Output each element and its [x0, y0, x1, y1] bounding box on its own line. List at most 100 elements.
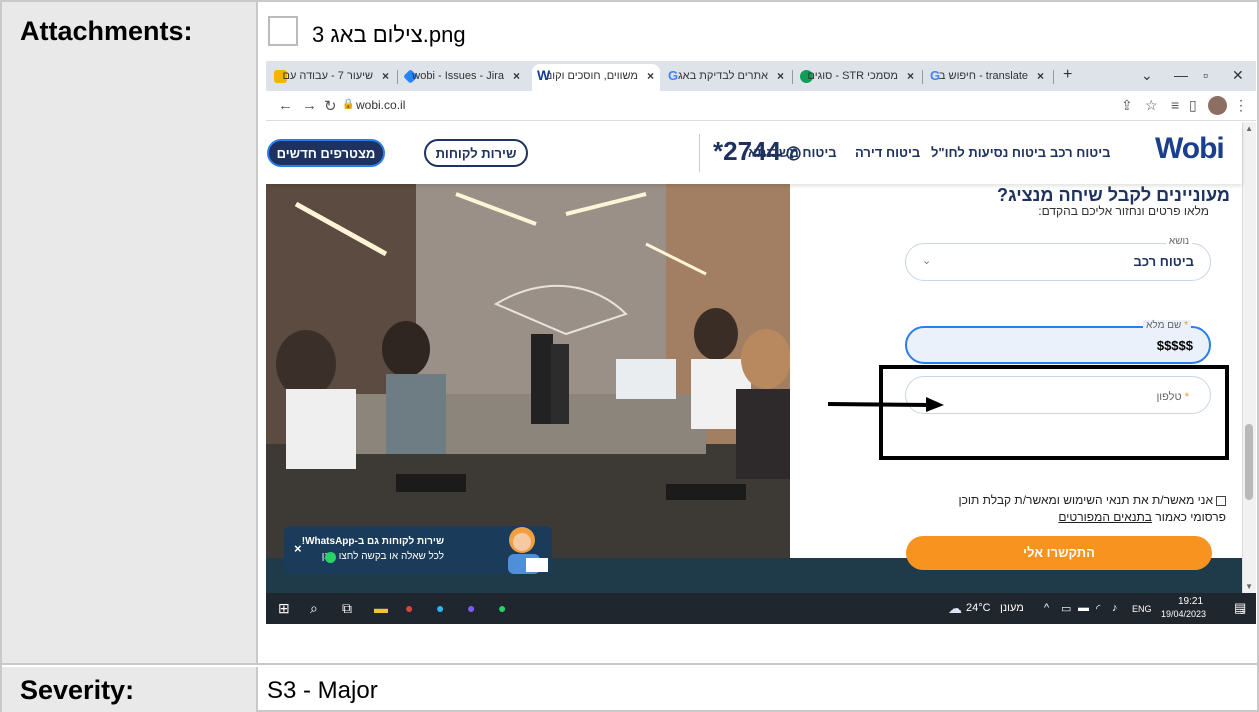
bug-report-table: Attachments: צילום באג 3.png שיעור 7 - ע… — [0, 0, 1259, 712]
tab-search-icon[interactable]: ⌄ — [1141, 67, 1153, 84]
page-scrollbar[interactable]: ▲ ▼ — [1242, 122, 1256, 593]
attachments-label-cell: Attachments: — [2, 2, 258, 663]
tab-title: מסמכי STR - סוגים — [807, 70, 898, 82]
task-view-icon[interactable]: ⧉ — [342, 600, 352, 617]
full-name-label: * שם מלא — [1143, 320, 1191, 331]
battery-icon[interactable]: ▬ — [1078, 602, 1089, 614]
language-indicator[interactable]: ENG — [1132, 604, 1152, 614]
chevron-down-icon: ⌄ — [922, 255, 932, 267]
browser-tab[interactable]: G אתרים לבדיקת באג × — [664, 64, 790, 91]
edge-icon[interactable]: ● — [436, 600, 444, 616]
close-icon[interactable]: × — [777, 69, 784, 83]
back-icon[interactable]: ← — [278, 97, 293, 114]
weather-desc[interactable]: מעונן — [1000, 602, 1024, 614]
full-name-label-text: שם מלא — [1146, 320, 1182, 331]
windows-start-icon[interactable]: ⊞ — [278, 600, 290, 617]
restore-icon[interactable]: ▫ — [1203, 67, 1208, 83]
clock-date[interactable]: 19/04/2023 — [1161, 609, 1206, 619]
browser-tab[interactable]: מסמכי STR - סוגים × — [796, 64, 920, 91]
reload-icon[interactable]: ↻ — [324, 97, 337, 115]
call-me-button[interactable]: התקשרו אלי — [906, 536, 1212, 570]
tab-title: translate - חיפוש ב — [938, 70, 1028, 82]
share-icon[interactable]: ⇪ — [1121, 97, 1133, 114]
reading-list-icon[interactable]: ≡ — [1171, 97, 1179, 113]
site-header: Wobi ביטוח רכב ביטוח נסיעות לחו"ל ביטוח … — [266, 122, 1242, 184]
browser-tab[interactable]: wobi - Issues - Jira × — [400, 64, 526, 91]
volume-icon[interactable]: ♪ — [1112, 602, 1118, 614]
terms-checkbox[interactable] — [1216, 495, 1226, 506]
lock-icon: 🔒 — [342, 99, 355, 110]
scroll-down-icon[interactable]: ▼ — [1245, 582, 1253, 591]
whatsapp-title: שירות לקוחות גם ב-WhatsApp! — [301, 536, 444, 547]
severity-label: Severity: — [20, 675, 135, 705]
nav-home-insurance[interactable]: ביטוח דירה — [855, 145, 920, 160]
tray-device-icon[interactable]: ▭ — [1061, 602, 1071, 615]
url-field[interactable]: wobi.co.il — [356, 98, 405, 112]
window-close-icon[interactable]: ✕ — [1232, 67, 1244, 84]
full-name-input[interactable]: * שם מלא $$$$$ — [905, 320, 1211, 364]
cloud-icon: ☁ — [948, 600, 962, 616]
full-name-value: $$$$$ — [1156, 338, 1193, 353]
support-agent-icon — [508, 527, 548, 574]
browser-tab[interactable]: G translate - חיפוש ב × — [926, 64, 1050, 91]
office-scene-image — [266, 184, 790, 558]
attachment-file-name[interactable]: צילום באג 3.png — [312, 22, 466, 48]
chrome-icon[interactable]: ● — [405, 600, 413, 616]
weather-temp[interactable]: 24°C — [966, 602, 991, 614]
new-tab-button[interactable]: + — [1063, 66, 1072, 84]
tab-title: משווים, חוסכים וקונ — [547, 70, 638, 82]
search-icon[interactable]: ⌕ — [310, 600, 318, 617]
wobi-logo[interactable]: Wobi — [1155, 132, 1225, 166]
join-button[interactable]: מצטרפים חדשים — [267, 139, 385, 167]
notification-count: 3 — [1240, 609, 1244, 616]
windows-taskbar: ⊞ ⌕ ⧉ ▬ ● ● ● ● ☁ 24°C מעונן ^ ▭ ▬ ◜ ♪ E… — [266, 593, 1256, 624]
close-icon[interactable]: × — [1037, 69, 1044, 83]
side-panel-icon[interactable]: ▯ — [1189, 97, 1197, 114]
web-page: Wobi ביטוח רכב ביטוח נסיעות לחו"ל ביטוח … — [266, 122, 1256, 593]
browser-tab[interactable]: שיעור 7 - עבודה עם × — [270, 64, 395, 91]
office-photo — [266, 184, 790, 558]
file-explorer-icon[interactable]: ▬ — [374, 600, 388, 616]
terms-link[interactable]: בתנאים המפורטים — [1058, 510, 1152, 524]
close-icon[interactable]: × — [382, 69, 389, 83]
wifi-icon[interactable]: ◜ — [1096, 602, 1100, 615]
phone-number[interactable]: *2744 ✆ — [713, 136, 801, 167]
minimize-icon[interactable]: — — [1174, 67, 1188, 83]
nav-travel-insurance[interactable]: ביטוח נסיעות לחו"ל — [931, 145, 1046, 160]
attachment-file-icon[interactable] — [268, 16, 298, 46]
tab-separator — [792, 70, 793, 84]
attachment-caption: צילום באג 3.png — [268, 14, 608, 54]
close-icon[interactable]: × — [513, 69, 520, 83]
attachment-screenshot[interactable]: שיעור 7 - עבודה עם × wobi - Issues - Jir… — [266, 61, 1256, 624]
media-player-icon[interactable]: ● — [467, 600, 475, 616]
close-icon[interactable]: × — [647, 69, 654, 83]
terms-text: אני מאשר/ת את תנאי השימוש ומאשר/ת קבלת ת… — [958, 493, 1214, 507]
nav-car-insurance[interactable]: ביטוח רכב — [1050, 145, 1110, 160]
attachments-row: Attachments: צילום באג 3.png שיעור 7 - ע… — [2, 2, 1257, 665]
customer-service-button[interactable]: שירות לקוחות — [424, 139, 528, 167]
whatsapp-popup[interactable]: × שירות לקוחות גם ב-WhatsApp! לכל שאלה א… — [284, 526, 552, 574]
whatsapp-close-icon[interactable]: × — [294, 541, 302, 556]
forward-icon[interactable]: → — [302, 97, 317, 114]
attachments-label: Attachments: — [20, 16, 193, 46]
bug-arrow-icon — [827, 397, 944, 412]
whatsapp-app-icon[interactable]: ● — [498, 600, 506, 616]
header-divider — [699, 134, 700, 172]
clock-time[interactable]: 19:21 — [1178, 596, 1203, 607]
profile-avatar[interactable] — [1208, 96, 1227, 115]
form-title: מעוניינים לקבל שיחה מנציג? — [996, 185, 1230, 205]
bookmark-star-icon[interactable]: ☆ — [1145, 97, 1158, 114]
severity-label-cell: Severity: — [2, 667, 258, 712]
subject-select[interactable]: נושא ביטוח רכב ⌄ — [905, 236, 1211, 281]
google-icon: G — [668, 68, 679, 83]
menu-dots-icon[interactable]: ⋮ — [1234, 97, 1248, 114]
terms-consent: אני מאשר/ת את תנאי השימוש ומאשר/ת קבלת ת… — [926, 492, 1226, 526]
tray-chevron-icon[interactable]: ^ — [1044, 602, 1049, 614]
severity-value: S3 - Major — [267, 677, 378, 704]
subject-label: נושא — [1165, 236, 1192, 247]
whatsapp-icon — [325, 552, 336, 563]
browser-tab-active[interactable]: W משווים, חוסכים וקונ × — [532, 64, 660, 91]
close-icon[interactable]: × — [907, 69, 914, 83]
scroll-up-icon[interactable]: ▲ — [1245, 124, 1253, 133]
scroll-thumb[interactable] — [1245, 424, 1253, 500]
